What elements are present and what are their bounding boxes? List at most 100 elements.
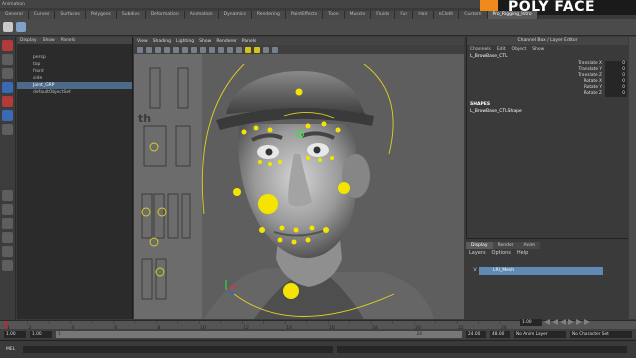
layer-menu-options[interactable]: Options (492, 250, 511, 256)
outliner-item-persp[interactable]: persp (17, 54, 132, 61)
anim-layer-dropdown[interactable]: No Anim Layer (514, 330, 566, 338)
step-back-icon[interactable] (552, 319, 558, 325)
shelf-tab-surfaces[interactable]: Surfaces (55, 10, 86, 19)
outliner-item-top[interactable]: top (17, 61, 132, 68)
range-slider-bar[interactable]: 1 24 (56, 330, 462, 338)
playback-end-field[interactable]: 24.00 (466, 330, 486, 338)
select-tool-icon[interactable] (3, 22, 13, 32)
rotate-tool-icon[interactable] (2, 96, 13, 107)
two-view-layout-icon[interactable] (2, 218, 13, 229)
go-to-start-icon[interactable] (544, 319, 550, 325)
xray-icon[interactable] (263, 46, 269, 53)
layer-visibility-toggle[interactable]: V (471, 267, 479, 275)
resolution-gate-icon[interactable] (191, 46, 197, 53)
textured-icon[interactable] (236, 46, 242, 53)
viewport-menu-panels[interactable]: Panels (242, 39, 256, 44)
shelf-tab-general[interactable]: General (0, 10, 29, 19)
node-icon[interactable] (16, 22, 26, 32)
viewport-menu-lighting[interactable]: Lighting (176, 39, 194, 44)
paint-select-icon[interactable] (2, 68, 13, 79)
attr-value-field[interactable]: 0 (605, 91, 627, 97)
outliner-item-side[interactable]: side (17, 75, 132, 82)
shelf-tab-ncloth[interactable]: nCloth (433, 10, 460, 19)
outliner-item-front[interactable]: front (17, 68, 132, 75)
go-to-end-icon[interactable] (584, 319, 590, 325)
shelf-tab-subdivs[interactable]: Subdivs (116, 10, 146, 19)
scene-canvas[interactable]: th (134, 54, 464, 319)
shelf-tab-hair[interactable]: Hair (413, 10, 434, 19)
shelf-tab-rendering[interactable]: Rendering (251, 10, 286, 19)
shelf-tab-animation[interactable]: Animation (184, 10, 219, 19)
command-input[interactable] (23, 346, 334, 353)
attribute-editor-strip[interactable] (629, 37, 636, 319)
play-backward-icon[interactable] (560, 319, 566, 325)
layer-menu-help[interactable]: Help (517, 250, 528, 256)
layer-row-lri-mesh[interactable]: V LRI_Mesh (471, 267, 603, 275)
shelf-tab-custom[interactable]: Custom (459, 10, 488, 19)
start-time-field[interactable]: 1.00 (4, 330, 26, 338)
four-view-layout-icon[interactable] (2, 204, 13, 215)
shelf-tab-polygons[interactable]: Polygons (85, 10, 117, 19)
bookmark-icon[interactable] (155, 46, 161, 53)
shelf-tab-deformation[interactable]: Deformation (145, 10, 185, 19)
viewport-menu-show[interactable]: Show (199, 39, 211, 44)
film-gate-icon[interactable] (182, 46, 188, 53)
lights-icon[interactable] (245, 46, 251, 53)
manipulator-icon[interactable] (2, 124, 13, 135)
safe-title-icon[interactable] (200, 46, 206, 53)
scale-tool-icon[interactable] (2, 110, 13, 121)
play-forward-icon[interactable] (568, 319, 574, 325)
channel-box-menu-edit[interactable]: Edit (497, 47, 506, 52)
lasso-icon[interactable] (2, 54, 13, 65)
move-tool-icon[interactable] (2, 82, 13, 93)
select-arrow-icon[interactable] (2, 40, 13, 51)
channel-box-menu-channels[interactable]: Channels (470, 47, 491, 52)
outliner-layout-icon[interactable] (2, 232, 13, 243)
shelf-tab-dynamics[interactable]: Dynamics (218, 10, 252, 19)
shape-name[interactable]: L_BrowBase_CTLShape (467, 108, 628, 116)
viewport-menu-shading[interactable]: Shading (153, 39, 171, 44)
perspective-viewport[interactable]: View Shading Lighting Show Renderer Pane… (134, 37, 464, 319)
outliner-item-joint-grp[interactable]: Joint_GRP (17, 82, 132, 89)
shelf-tab-toon[interactable]: Toon (323, 10, 345, 19)
smooth-shade-icon[interactable] (218, 46, 224, 53)
tab-display[interactable]: Display (466, 241, 493, 249)
tab-render[interactable]: Render (492, 241, 519, 249)
viewport-menu-view[interactable]: View (137, 39, 148, 44)
playback-start-field[interactable]: 1.00 (30, 330, 52, 338)
wireframe-on-shaded-icon[interactable] (227, 46, 233, 53)
end-time-field[interactable]: 48.00 (490, 330, 510, 338)
camera-attr-icon[interactable] (146, 46, 152, 53)
outliner-menu-display[interactable]: Display (20, 38, 37, 43)
attr-rotate-z[interactable]: Rotate Z0 (467, 91, 628, 97)
shelf-tab-painteffects[interactable]: PaintEffects (285, 10, 324, 19)
current-frame-field[interactable]: 1.00 (520, 318, 542, 326)
viewport-menu-renderer[interactable]: Renderer (216, 39, 237, 44)
shelf-tab-fluids[interactable]: Fluids (371, 10, 396, 19)
layer-name[interactable]: LRI_Mesh (493, 267, 514, 275)
image-plane-icon[interactable] (164, 46, 170, 53)
isolate-select-icon[interactable] (272, 46, 278, 53)
outliner-item-default-object-set[interactable]: defaultObjectSet (17, 89, 132, 96)
grid-icon[interactable] (173, 46, 179, 53)
menu-set-dropdown[interactable]: Animation (2, 2, 25, 7)
shadows-icon[interactable] (254, 46, 260, 53)
wireframe-icon[interactable] (209, 46, 215, 53)
shelf-tab-pro-rigging-intro[interactable]: Pro_Rigging_Intro (487, 10, 538, 19)
shelf-tab-fur[interactable]: Fur (395, 10, 414, 19)
camera-icon[interactable] (137, 46, 143, 53)
channel-box-menu-object[interactable]: Object (512, 47, 527, 52)
shelf-tab-muscle[interactable]: Muscle (344, 10, 372, 19)
shelf-tab-curves[interactable]: Curves (28, 10, 56, 19)
single-view-layout-icon[interactable] (2, 190, 13, 201)
character-set-dropdown[interactable]: No Character Set (570, 330, 632, 338)
channel-box-menu-show[interactable]: Show (532, 47, 544, 52)
command-language-label[interactable]: MEL (6, 347, 15, 352)
layer-menu-layers[interactable]: Layers (469, 250, 486, 256)
tab-anim[interactable]: Anim (518, 241, 541, 249)
step-forward-icon[interactable] (576, 319, 582, 325)
hypershade-layout-icon[interactable] (2, 260, 13, 271)
outliner-menu-panels[interactable]: Panels (61, 38, 75, 43)
graph-layout-icon[interactable] (2, 246, 13, 257)
outliner-menu-show[interactable]: Show (43, 38, 55, 43)
